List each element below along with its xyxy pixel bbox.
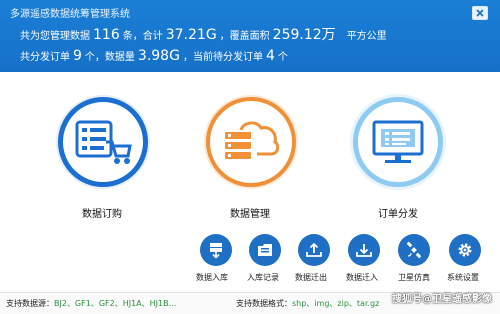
orders-prefix: 共分发订单 bbox=[20, 52, 70, 63]
orders-size: 3.98G bbox=[137, 48, 180, 64]
pending-unit: 个 bbox=[277, 52, 288, 63]
import-records-label: 入库记录 bbox=[247, 273, 279, 282]
stats-managed-line: 共为您管理数据 116 条，合计 37.21G ，覆盖面积 259.12万 平方公里 bbox=[20, 24, 387, 44]
satellite-simulation-label: 卫星仿真 bbox=[398, 273, 430, 282]
order-distribution-label: 订单分发 bbox=[378, 209, 418, 220]
coverage-value: 259.12万 bbox=[272, 27, 336, 43]
monitor-icon bbox=[372, 120, 424, 163]
import-records-button[interactable] bbox=[249, 234, 281, 266]
data-order-module-button[interactable] bbox=[58, 97, 148, 187]
data-import-label: 数据入库 bbox=[196, 273, 228, 282]
data-management-module-button[interactable] bbox=[206, 97, 296, 187]
formats-label: 支持数据格式： bbox=[236, 299, 292, 308]
pending-label: ，当前待分发订单 bbox=[182, 52, 263, 63]
satellite-icon bbox=[406, 241, 422, 259]
system-settings-label: 系统设置 bbox=[447, 273, 479, 282]
data-migrate-in-button[interactable] bbox=[348, 234, 380, 266]
tray-upload-icon bbox=[306, 242, 322, 257]
managed-prefix: 共为您管理数据 bbox=[20, 31, 90, 42]
cloud-database-icon bbox=[225, 121, 280, 159]
stats-orders-line: 共分发订单 9 个，数据量 3.98G ，当前待分发订单 4 个 bbox=[20, 48, 288, 64]
total-size: 37.21G bbox=[165, 27, 217, 43]
gear-icon bbox=[458, 243, 472, 257]
close-button[interactable] bbox=[472, 6, 488, 20]
data-management-label: 数据管理 bbox=[230, 209, 270, 220]
data-order-label: 数据订购 bbox=[82, 209, 122, 220]
pending-count: 4 bbox=[265, 48, 275, 64]
header-bar: 多源遥感数据统筹管理系统 共为您管理数据 116 条，合计 37.21G ，覆盖面积 25… bbox=[0, 0, 500, 72]
managed-count: 116 bbox=[93, 27, 120, 43]
data-export-label: 数据迁出 bbox=[295, 273, 327, 282]
sources-value: BJ2、GF1、GF2、HJ1A、HJ1B... bbox=[54, 299, 177, 308]
close-icon bbox=[476, 9, 484, 17]
order-distribution-module-button[interactable] bbox=[353, 97, 443, 187]
orders-mid: 个，数据量 bbox=[84, 52, 135, 63]
coverage-label: ，覆盖面积 bbox=[219, 31, 270, 42]
orders-count: 9 bbox=[73, 48, 82, 64]
coverage-unit: 平方公里 bbox=[346, 31, 387, 42]
cart-list-icon bbox=[75, 120, 132, 164]
folder-records-icon bbox=[258, 244, 272, 256]
supported-sources: 支持数据源：BJ2、GF1、GF2、HJ1A、HJ1B... bbox=[6, 298, 176, 309]
data-export-button[interactable] bbox=[298, 234, 330, 266]
tray-download-icon bbox=[356, 244, 372, 257]
system-settings-button[interactable] bbox=[449, 234, 481, 266]
satellite-simulation-button[interactable] bbox=[398, 234, 430, 266]
managed-unit: 条，合计 bbox=[122, 31, 163, 42]
database-import-icon bbox=[210, 243, 222, 259]
watermark: 搜狐号@卫星遥感影像 bbox=[392, 294, 492, 305]
sources-label: 支持数据源： bbox=[6, 299, 54, 308]
formats-value: shp、img、zip、tar.gz bbox=[292, 299, 380, 308]
data-import-button[interactable] bbox=[200, 234, 232, 266]
supported-formats: 支持数据格式：shp、img、zip、tar.gz bbox=[236, 298, 379, 309]
data-migrate-in-label: 数据迁入 bbox=[346, 273, 378, 282]
app-title: 多源遥感数据统筹管理系统 bbox=[10, 9, 130, 20]
